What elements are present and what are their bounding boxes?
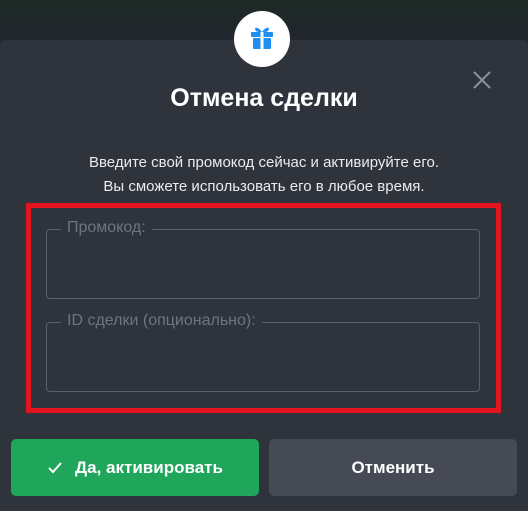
promo-code-label: Промокод: (61, 218, 152, 238)
check-icon (47, 461, 63, 475)
deal-id-input[interactable] (63, 345, 467, 379)
gift-icon (247, 22, 277, 57)
deal-id-label: ID сделки (опционально): (61, 311, 262, 331)
activate-button-label: Да, активировать (75, 457, 223, 477)
activate-button[interactable]: Да, активировать (11, 439, 259, 496)
cancel-button-label: Отменить (351, 457, 435, 477)
modal-title: Отмена сделки (170, 84, 358, 112)
description-line-1: Введите свой промокод сейчас и активируй… (89, 154, 439, 171)
promo-code-field[interactable]: Промокод: (46, 218, 480, 299)
cancel-button[interactable]: Отменить (269, 439, 517, 496)
gift-badge (234, 11, 290, 67)
description-line-2: Вы сможете использовать его в любое врем… (103, 178, 425, 195)
deal-id-field[interactable]: ID сделки (опционально): (46, 311, 480, 392)
promo-code-input[interactable] (63, 252, 467, 286)
modal-description: Введите свой промокод сейчас и активируй… (0, 151, 528, 199)
